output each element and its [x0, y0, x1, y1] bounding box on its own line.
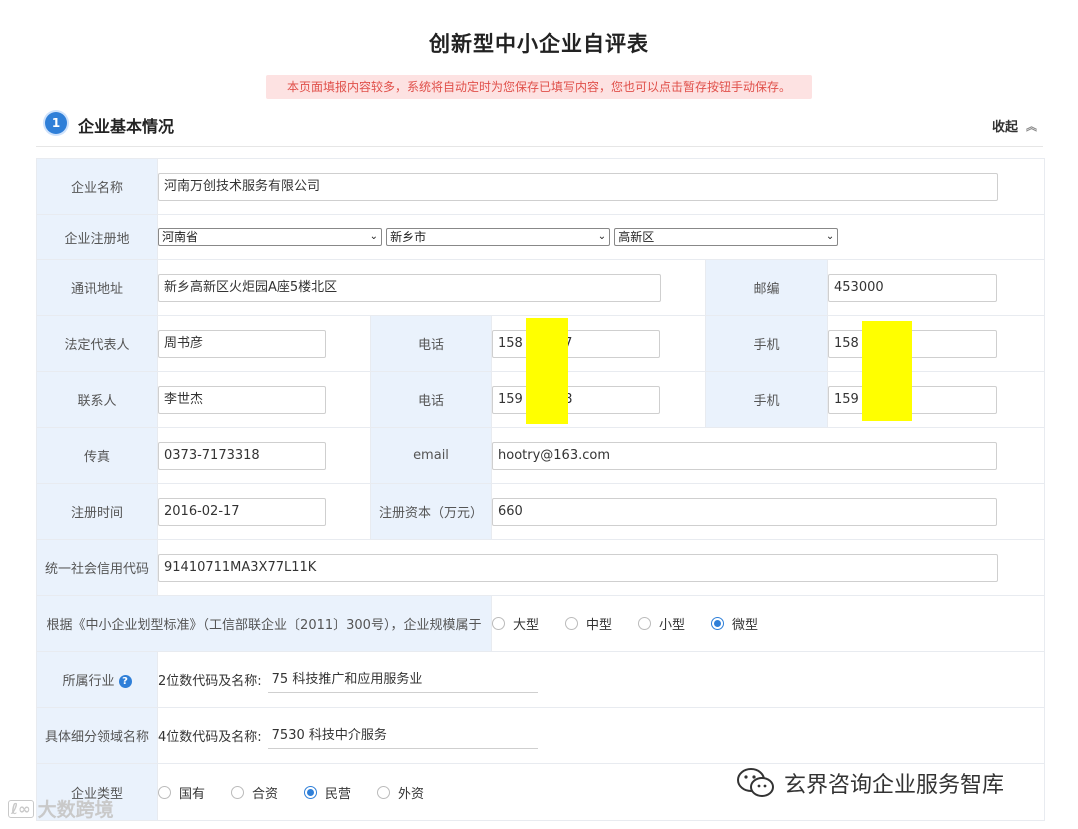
industry-label: 所属行业 [62, 674, 115, 689]
contact-phone-input[interactable]: 159 338 [492, 385, 660, 414]
email-input[interactable]: hootry@163.com [492, 441, 997, 470]
radio-icon [158, 785, 171, 799]
contact-label: 联系人 [36, 371, 158, 428]
scale-option-large[interactable]: 大型 [492, 614, 539, 633]
form-row: 具体细分领域名称 4位数代码及名称: 7530 科技中介服务 [36, 707, 1046, 764]
address-input[interactable]: 新乡高新区火炬园A座5楼北区 [158, 273, 661, 302]
watermark-right: 玄界咨询企业服务智库 [736, 766, 1004, 800]
email-label: email [370, 427, 492, 484]
industry-code-prefix: 2位数代码及名称: [158, 674, 262, 689]
basic-info-form: 企业名称 河南万创技术服务有限公司 企业注册地 河南省 ⌄ 新乡市 ⌄ 高新区 ⌄ 通… [36, 158, 1046, 821]
scale-radio-group: 大型 中型 小型 微型 [492, 614, 1044, 633]
subfield-code-prefix: 4位数代码及名称: [158, 730, 262, 745]
form-row: 企业注册地 河南省 ⌄ 新乡市 ⌄ 高新区 ⌄ [36, 214, 1046, 260]
form-row: 注册时间 2016-02-17 注册资本（万元） 660 [36, 483, 1046, 540]
collapse-button[interactable]: 收起 ︽ [992, 116, 1037, 135]
company-name-input[interactable]: 河南万创技术服务有限公司 [158, 172, 998, 201]
reg-capital-input[interactable]: 660 [492, 497, 997, 526]
wechat-icon [737, 768, 774, 797]
radio-checked-icon [711, 617, 725, 630]
section-number-badge: 1 [45, 112, 67, 134]
section-header: 1 企业基本情况 收起 ︽ [36, 110, 1043, 142]
fax-label: 传真 [36, 427, 158, 484]
chevron-down-icon: ⌄ [597, 231, 607, 242]
fax-input[interactable]: 0373-7173318 [158, 441, 326, 470]
industry-label-cell: 所属行业? [36, 651, 158, 708]
legal-rep-mobile-label: 手机 [705, 315, 828, 372]
contact-input[interactable]: 李世杰 [158, 385, 326, 414]
reg-date-label: 注册时间 [36, 483, 158, 540]
contact-phone-label: 电话 [370, 371, 492, 428]
form-row: 根据《中小企业划型标准》（工信部联企业〔2011〕300号），企业规模属于 大型… [36, 595, 1046, 652]
contact-mobile-label: 手机 [705, 371, 828, 428]
reg-date-input[interactable]: 2016-02-17 [158, 497, 326, 526]
contact-mobile-input[interactable]: 159 38 [828, 385, 997, 414]
city-select[interactable]: 新乡市 ⌄ [386, 228, 611, 246]
radio-checked-icon [304, 785, 318, 799]
type-option-state[interactable]: 国有 [158, 783, 205, 802]
postcode-label: 邮编 [705, 259, 828, 316]
registered-place-label: 企业注册地 [36, 214, 158, 260]
help-icon[interactable]: ? [118, 675, 132, 688]
autosave-notice: 本页面填报内容较多，系统将自动定时为您保存已填写内容，您也可以点击暂存按钮手动保… [266, 75, 812, 99]
redaction-block [526, 318, 568, 424]
scale-option-medium[interactable]: 中型 [565, 614, 612, 633]
scale-option-small[interactable]: 小型 [638, 614, 685, 633]
radio-icon [638, 617, 652, 630]
subfield-label: 具体细分领域名称 [36, 707, 158, 764]
address-label: 通讯地址 [36, 259, 158, 316]
credit-code-input[interactable]: 91410711MA3X77L11K [158, 553, 998, 582]
legal-rep-input[interactable]: 周书彦 [158, 329, 326, 358]
legal-rep-label: 法定代表人 [36, 315, 158, 372]
credit-code-label: 统一社会信用代码 [36, 539, 158, 596]
reg-capital-label: 注册资本（万元） [370, 483, 492, 540]
radio-icon [565, 617, 579, 630]
logo-icon: ℓ∞ [8, 799, 34, 818]
scale-label: 根据《中小企业划型标准》（工信部联企业〔2011〕300号），企业规模属于 [36, 595, 492, 652]
form-row: 企业名称 河南万创技术服务有限公司 [36, 158, 1046, 215]
legal-rep-phone-input[interactable]: 158 027 [492, 329, 660, 358]
chevron-up-icon: ︽ [1026, 120, 1037, 133]
postcode-input[interactable]: 453000 [828, 273, 997, 302]
watermark-left: ℓ∞ 大数跨境 [8, 795, 114, 822]
radio-icon [377, 785, 391, 799]
type-option-private[interactable]: 民营 [304, 783, 351, 802]
form-row: 通讯地址 新乡高新区火炬园A座5楼北区 邮编 453000 [36, 259, 1046, 316]
form-row: 统一社会信用代码 91410711MA3X77L11K [36, 539, 1046, 596]
industry-code-input[interactable]: 75 科技推广和应用服务业 [267, 667, 538, 693]
province-select[interactable]: 河南省 ⌄ [158, 228, 382, 246]
type-option-jv[interactable]: 合资 [231, 783, 278, 802]
form-row: 传真 0373-7173318 email hootry@163.com [36, 427, 1046, 484]
page-title: 创新型中小企业自评表 [429, 32, 649, 56]
company-name-label: 企业名称 [36, 158, 158, 215]
section-divider [36, 146, 1043, 147]
legal-rep-mobile-input[interactable]: 158 27 [828, 329, 997, 358]
type-option-foreign[interactable]: 外资 [377, 783, 424, 802]
redaction-block [862, 321, 912, 421]
scale-option-micro[interactable]: 微型 [711, 614, 758, 633]
radio-icon [492, 617, 505, 630]
district-select[interactable]: 高新区 ⌄ [614, 228, 839, 246]
chevron-down-icon: ⌄ [369, 231, 378, 242]
legal-rep-phone-label: 电话 [370, 315, 492, 372]
chevron-down-icon: ⌄ [825, 231, 835, 242]
collapse-label: 收起 [991, 120, 1018, 135]
radio-icon [231, 785, 245, 799]
form-row: 所属行业? 2位数代码及名称: 75 科技推广和应用服务业 [36, 651, 1046, 708]
subfield-code-input[interactable]: 7530 科技中介服务 [267, 723, 538, 749]
section-title: 企业基本情况 [78, 117, 175, 136]
